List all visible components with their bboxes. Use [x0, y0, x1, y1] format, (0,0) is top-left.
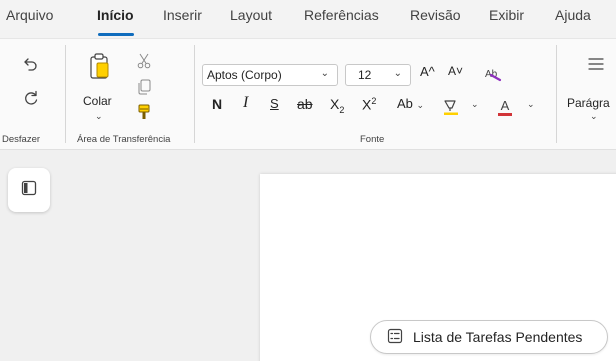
chevron-down-icon: ⌄	[320, 68, 329, 79]
font-size-value: 12	[358, 68, 372, 82]
highlight-chevron-down-icon[interactable]: ⌄	[471, 99, 479, 110]
chevron-down-icon: ⌄	[393, 68, 402, 79]
italic-button[interactable]: I	[243, 94, 248, 112]
underline-button[interactable]: S	[270, 96, 279, 111]
bold-button[interactable]: N	[212, 96, 222, 112]
font-name-combo[interactable]: Aptos (Corpo) ⌄	[202, 64, 338, 86]
subscript-button[interactable]: X2	[330, 96, 344, 115]
copy-icon[interactable]	[134, 77, 154, 97]
navigation-pane-button[interactable]	[8, 168, 50, 212]
font-color-chevron-down-icon[interactable]: ⌄	[527, 99, 535, 110]
tab-inicio[interactable]: Início	[97, 7, 134, 23]
tab-ajuda[interactable]: Ajuda	[555, 7, 591, 23]
tab-referencias[interactable]: Referências	[304, 7, 379, 23]
task-list-button[interactable]: Lista de Tarefas Pendentes	[370, 320, 608, 354]
strikethrough-button[interactable]: ab	[297, 96, 313, 112]
group-divider	[194, 45, 195, 143]
paragraph-chevron-down-icon[interactable]: ⌄	[590, 111, 598, 122]
shrink-font-button[interactable]: A˅	[448, 64, 463, 78]
checklist-icon	[387, 328, 403, 347]
scissors-icon[interactable]	[134, 51, 154, 71]
font-size-combo[interactable]: 12 ⌄	[345, 64, 411, 86]
font-color-label: A	[500, 98, 510, 113]
document-workspace: Lista de Tarefas Pendentes	[0, 150, 616, 361]
chevron-down-icon: ⌄	[416, 100, 425, 110]
tab-inserir[interactable]: Inserir	[163, 7, 202, 23]
font-name-value: Aptos (Corpo)	[207, 68, 282, 82]
group-divider	[65, 45, 66, 143]
clear-formatting-icon[interactable]: Ab	[482, 64, 504, 84]
group-divider	[556, 45, 557, 143]
redo-icon[interactable]	[20, 87, 42, 109]
highlighter-icon[interactable]	[440, 97, 462, 117]
font-color-button[interactable]: A	[494, 95, 516, 117]
tab-arquivo[interactable]: Arquivo	[6, 7, 53, 23]
menu-tab-bar: Arquivo Início Inserir Layout Referência…	[0, 0, 616, 38]
undo-icon[interactable]	[20, 53, 42, 75]
grow-font-button[interactable]: A^	[420, 64, 435, 79]
change-case-label: Ab	[397, 96, 413, 111]
task-list-label: Lista de Tarefas Pendentes	[413, 329, 583, 345]
tab-exibir[interactable]: Exibir	[489, 7, 524, 23]
change-case-button[interactable]: Ab ⌄	[397, 96, 424, 111]
paragraph-align-icon[interactable]	[584, 53, 608, 75]
tab-revisao[interactable]: Revisão	[410, 7, 461, 23]
active-tab-indicator	[98, 33, 134, 36]
paste-label[interactable]: Colar	[83, 94, 112, 108]
format-painter-icon[interactable]	[134, 102, 154, 122]
clipboard-paste-icon[interactable]	[86, 51, 114, 81]
font-group-label: Fonte	[360, 134, 385, 145]
subscript-mark: 2	[339, 104, 345, 115]
superscript-base: X	[362, 96, 372, 113]
clipboard-group-label: Área de Transferência	[77, 134, 171, 145]
subscript-base: X	[330, 96, 340, 112]
navigation-pane-icon	[21, 180, 37, 201]
undo-group-label: Desfazer	[2, 134, 41, 145]
paragraph-label[interactable]: Parágra	[567, 96, 610, 110]
paste-chevron-down-icon[interactable]: ⌄	[95, 111, 103, 122]
font-color-swatch	[498, 113, 512, 116]
superscript-button[interactable]: X2	[362, 96, 376, 113]
superscript-mark: 2	[371, 96, 377, 106]
ribbon: Desfazer Colar ⌄ Área de Transferência A…	[0, 38, 616, 150]
tab-layout[interactable]: Layout	[230, 7, 272, 23]
